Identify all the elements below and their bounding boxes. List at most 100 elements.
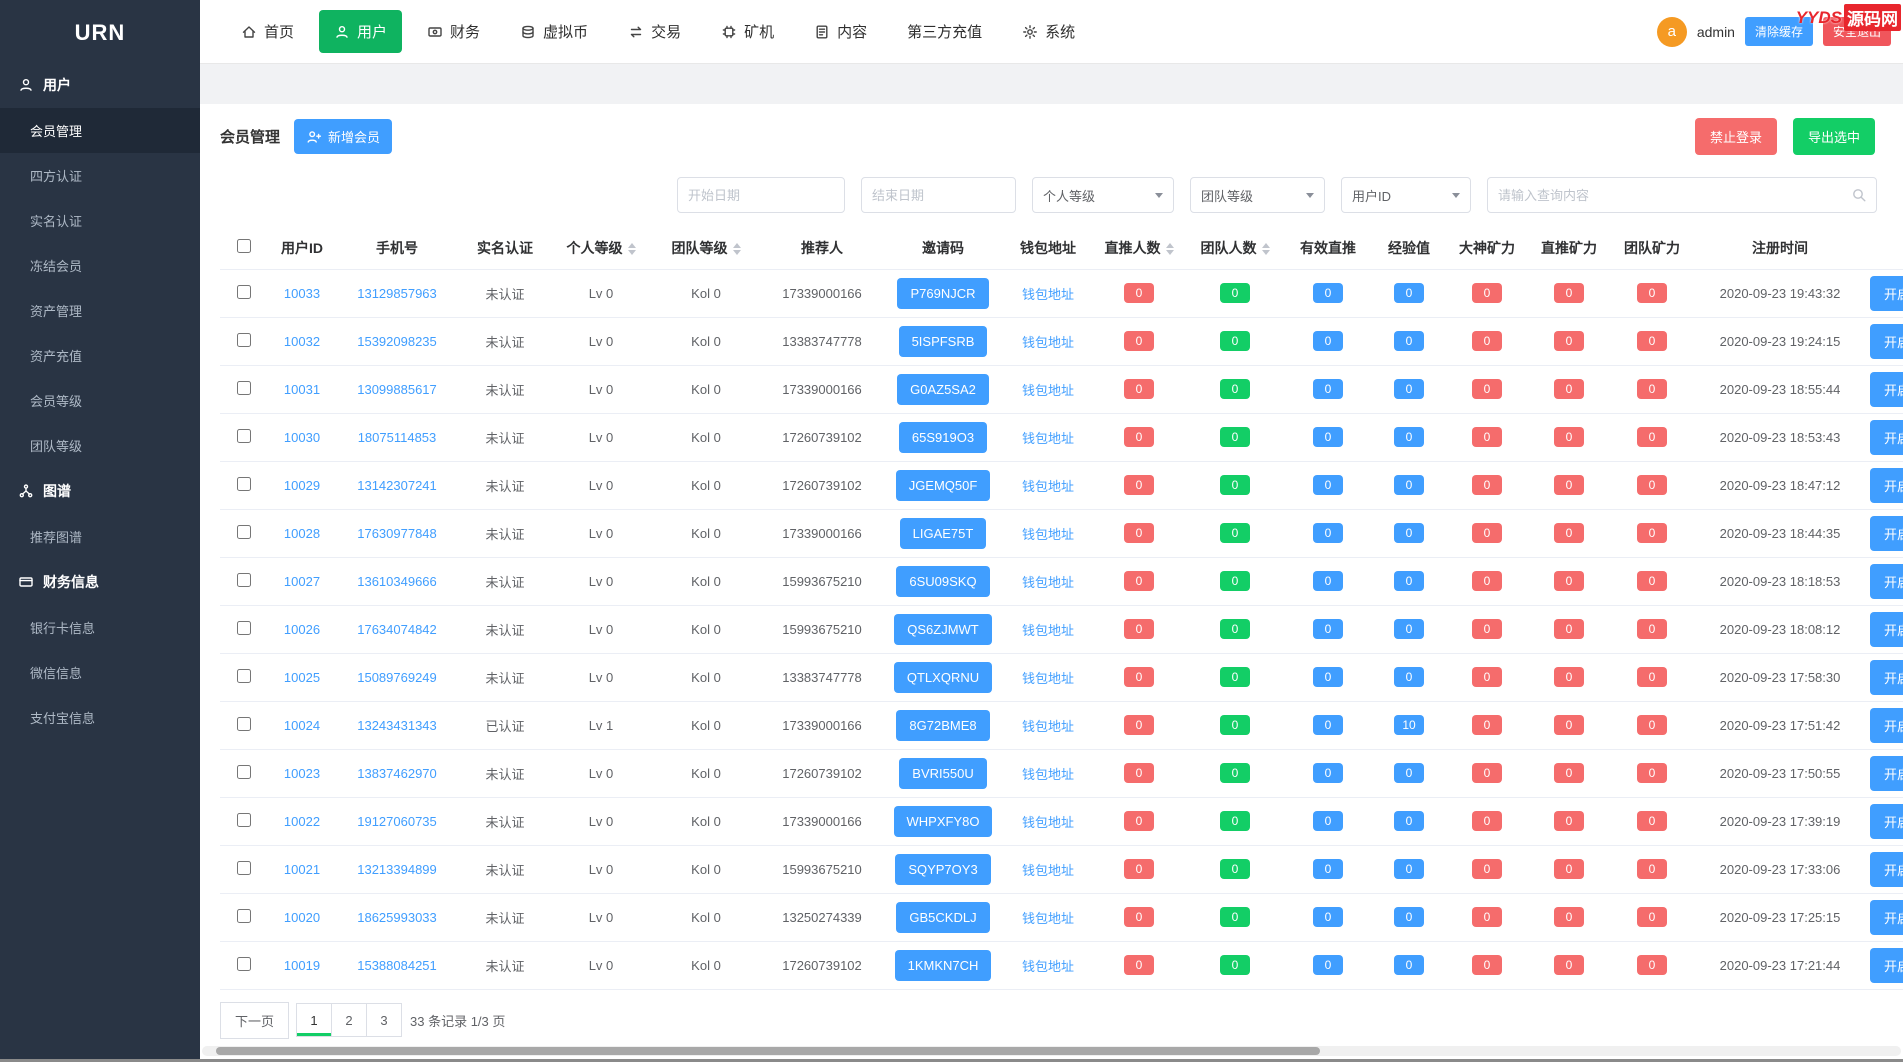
row-checkbox[interactable] (237, 573, 251, 587)
wallet-link[interactable]: 钱包地址 (1022, 575, 1074, 590)
column-header-team-count[interactable]: 团队人数 (1186, 227, 1284, 269)
nav-item-system[interactable]: 系统 (1007, 10, 1090, 53)
wallet-link[interactable]: 钱包地址 (1022, 335, 1074, 350)
row-checkbox[interactable] (237, 813, 251, 827)
page-number-2[interactable]: 2 (331, 1003, 367, 1037)
scrollbar-thumb[interactable] (216, 1047, 1320, 1055)
row-checkbox[interactable] (237, 957, 251, 971)
row-checkbox[interactable] (237, 381, 251, 395)
invite-code-button[interactable]: 65S919O3 (899, 422, 987, 453)
row-checkbox[interactable] (237, 285, 251, 299)
user-id-link[interactable]: 10024 (284, 718, 320, 733)
row-action-button[interactable]: 开启 (1870, 324, 1903, 359)
user-id-link[interactable]: 10033 (284, 286, 320, 301)
phone-link[interactable]: 15392098235 (357, 334, 437, 349)
user-id-link[interactable]: 10020 (284, 910, 320, 925)
phone-link[interactable]: 18625993033 (357, 910, 437, 925)
page-number-1[interactable]: 1 (296, 1003, 332, 1037)
username[interactable]: admin (1697, 24, 1735, 40)
user-id-link[interactable]: 10026 (284, 622, 320, 637)
invite-code-button[interactable]: QTLXQRNU (894, 662, 992, 693)
invite-code-button[interactable]: 6SU09SKQ (896, 566, 989, 597)
row-action-button[interactable]: 开启 (1870, 948, 1903, 983)
sidebar-item-frozen-members[interactable]: 冻结会员 (0, 243, 200, 288)
add-member-button[interactable]: 新增会员 (294, 119, 392, 154)
row-action-button[interactable]: 开启 (1870, 420, 1903, 455)
next-page-button[interactable]: 下一页 (220, 1002, 289, 1039)
row-checkbox[interactable] (237, 477, 251, 491)
row-action-button[interactable]: 开启 (1870, 468, 1903, 503)
invite-code-button[interactable]: JGEMQ50F (896, 470, 991, 501)
phone-link[interactable]: 15089769249 (357, 670, 437, 685)
phone-link[interactable]: 18075114853 (358, 430, 437, 445)
invite-code-button[interactable]: SQYP7OY3 (895, 854, 990, 885)
sort-control[interactable] (733, 243, 741, 255)
end-date-input[interactable] (861, 177, 1016, 213)
sort-control[interactable] (628, 243, 636, 255)
wallet-link[interactable]: 钱包地址 (1022, 719, 1074, 734)
phone-link[interactable]: 19127060735 (357, 814, 437, 829)
wallet-link[interactable]: 钱包地址 (1022, 479, 1074, 494)
sidebar-item-alipay-info[interactable]: 支付宝信息 (0, 695, 200, 740)
search-icon[interactable] (1851, 187, 1867, 203)
wallet-link[interactable]: 钱包地址 (1022, 287, 1074, 302)
invite-code-button[interactable]: 8G72BME8 (896, 710, 989, 741)
sidebar-section-finance-info[interactable]: 财务信息 (0, 559, 200, 605)
nav-item-trade[interactable]: 交易 (613, 10, 696, 53)
sidebar-item-asset-management[interactable]: 资产管理 (0, 288, 200, 333)
phone-link[interactable]: 13099885617 (357, 382, 437, 397)
sidebar-item-member-management[interactable]: 会员管理 (0, 108, 200, 153)
wallet-link[interactable]: 钱包地址 (1022, 431, 1074, 446)
column-header-personal-level[interactable]: 个人等级 (552, 227, 650, 269)
wallet-link[interactable]: 钱包地址 (1022, 815, 1074, 830)
user-id-link[interactable]: 10031 (284, 382, 320, 397)
nav-item-home[interactable]: 首页 (226, 10, 309, 53)
sidebar-item-team-level[interactable]: 团队等级 (0, 423, 200, 468)
phone-link[interactable]: 17634074842 (357, 622, 437, 637)
sidebar-item-asset-recharge[interactable]: 资产充值 (0, 333, 200, 378)
page-number-3[interactable]: 3 (366, 1003, 402, 1037)
user-id-link[interactable]: 10028 (284, 526, 320, 541)
nav-item-third-party-recharge[interactable]: 第三方充值 (892, 10, 997, 53)
invite-code-button[interactable]: QS6ZJMWT (894, 614, 992, 645)
row-action-button[interactable]: 开启 (1870, 708, 1903, 743)
wallet-link[interactable]: 钱包地址 (1022, 383, 1074, 398)
invite-code-button[interactable]: 1KMKN7CH (895, 950, 992, 981)
wallet-link[interactable]: 钱包地址 (1022, 959, 1074, 974)
sort-control[interactable] (1166, 243, 1174, 255)
nav-item-miner[interactable]: 矿机 (706, 10, 789, 53)
wallet-link[interactable]: 钱包地址 (1022, 527, 1074, 542)
row-action-button[interactable]: 开启 (1870, 372, 1903, 407)
user-id-link[interactable]: 10022 (284, 814, 320, 829)
phone-link[interactable]: 13610349666 (357, 574, 437, 589)
nav-item-crypto[interactable]: 虚拟币 (505, 10, 603, 53)
wallet-link[interactable]: 钱包地址 (1022, 863, 1074, 878)
row-action-button[interactable]: 开启 (1870, 852, 1903, 887)
user-id-select[interactable]: 用户ID (1341, 177, 1471, 213)
nav-item-content[interactable]: 内容 (799, 10, 882, 53)
forbid-login-button[interactable]: 禁止登录 (1695, 118, 1777, 155)
sidebar-item-bank-card-info[interactable]: 银行卡信息 (0, 605, 200, 650)
sidebar-item-four-party-auth[interactable]: 四方认证 (0, 153, 200, 198)
phone-link[interactable]: 13142307241 (357, 478, 437, 493)
start-date-input[interactable] (677, 177, 845, 213)
row-action-button[interactable]: 开启 (1870, 756, 1903, 791)
invite-code-button[interactable]: 5ISPFSRB (899, 326, 988, 357)
sidebar-item-recommend-graph[interactable]: 推荐图谱 (0, 514, 200, 559)
user-id-link[interactable]: 10023 (284, 766, 320, 781)
row-checkbox[interactable] (237, 525, 251, 539)
invite-code-button[interactable]: WHPXFY8O (894, 806, 993, 837)
row-checkbox[interactable] (237, 333, 251, 347)
wallet-link[interactable]: 钱包地址 (1022, 623, 1074, 638)
row-checkbox[interactable] (237, 861, 251, 875)
row-checkbox[interactable] (237, 765, 251, 779)
phone-link[interactable]: 13243431343 (357, 718, 437, 733)
invite-code-button[interactable]: BVRI550U (899, 758, 986, 789)
sidebar-item-realname-auth[interactable]: 实名认证 (0, 198, 200, 243)
invite-code-button[interactable]: LIGAE75T (900, 518, 987, 549)
column-header-direct-count[interactable]: 直推人数 (1092, 227, 1186, 269)
personal-level-select[interactable]: 个人等级 (1032, 177, 1174, 213)
sidebar-section-users[interactable]: 用户 (0, 62, 200, 108)
sort-control[interactable] (1262, 243, 1270, 255)
team-level-select[interactable]: 团队等级 (1190, 177, 1325, 213)
